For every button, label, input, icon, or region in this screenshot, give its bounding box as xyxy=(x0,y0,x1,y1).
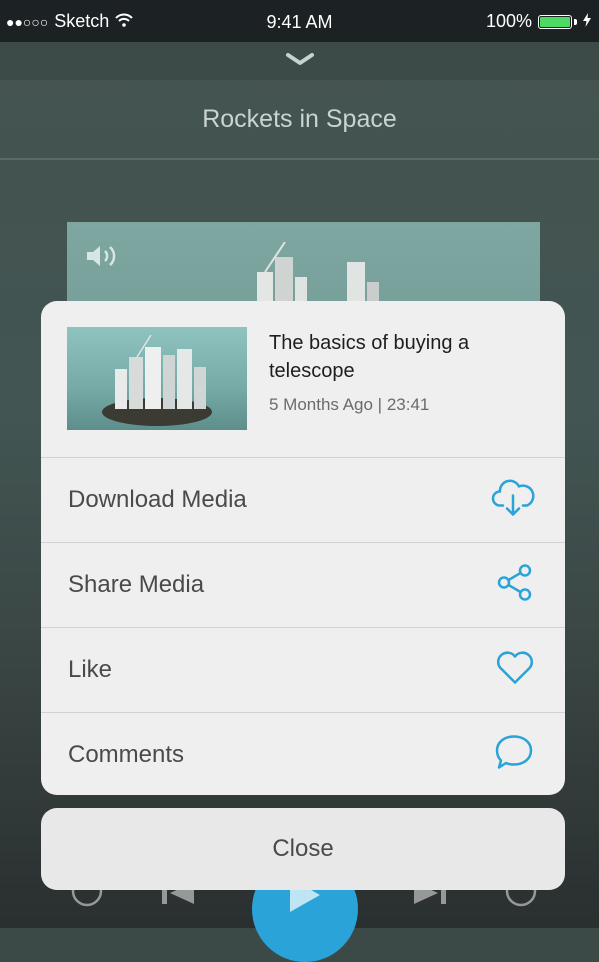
battery-icon xyxy=(538,14,572,29)
share-media-action[interactable]: Share Media xyxy=(41,543,565,628)
heart-icon xyxy=(495,650,535,691)
cloud-download-icon xyxy=(491,478,535,523)
action-label: Comments xyxy=(68,741,185,768)
share-icon xyxy=(495,563,535,608)
charging-icon xyxy=(583,11,591,32)
media-thumbnail xyxy=(67,327,247,430)
collapse-player-handle[interactable] xyxy=(0,42,599,80)
media-summary: The basics of buying a telescope 5 Month… xyxy=(41,301,565,458)
chevron-down-icon xyxy=(286,53,314,65)
comment-icon xyxy=(493,733,535,778)
action-label: Download Media xyxy=(68,486,247,513)
action-label: Like xyxy=(68,656,113,683)
city-thumbnail-illustration xyxy=(102,334,212,426)
action-sheet: The basics of buying a telescope 5 Month… xyxy=(41,301,565,795)
action-label: Share Media xyxy=(68,571,205,598)
now-playing-title: Rockets in Space xyxy=(0,80,599,160)
close-button[interactable]: Close xyxy=(41,808,565,890)
like-action[interactable]: Like xyxy=(41,628,565,713)
media-meta: 5 Months Ago | 23:41 xyxy=(269,395,430,414)
volume-icon[interactable] xyxy=(85,244,121,273)
comments-action[interactable]: Comments xyxy=(41,713,565,795)
media-title: The basics of buying a telescope xyxy=(269,332,470,382)
download-media-action[interactable]: Download Media xyxy=(41,458,565,543)
status-bar: ●●○○○ Sketch 9:41 AM 100% xyxy=(0,0,599,42)
battery-percent: 100% xyxy=(485,11,532,31)
